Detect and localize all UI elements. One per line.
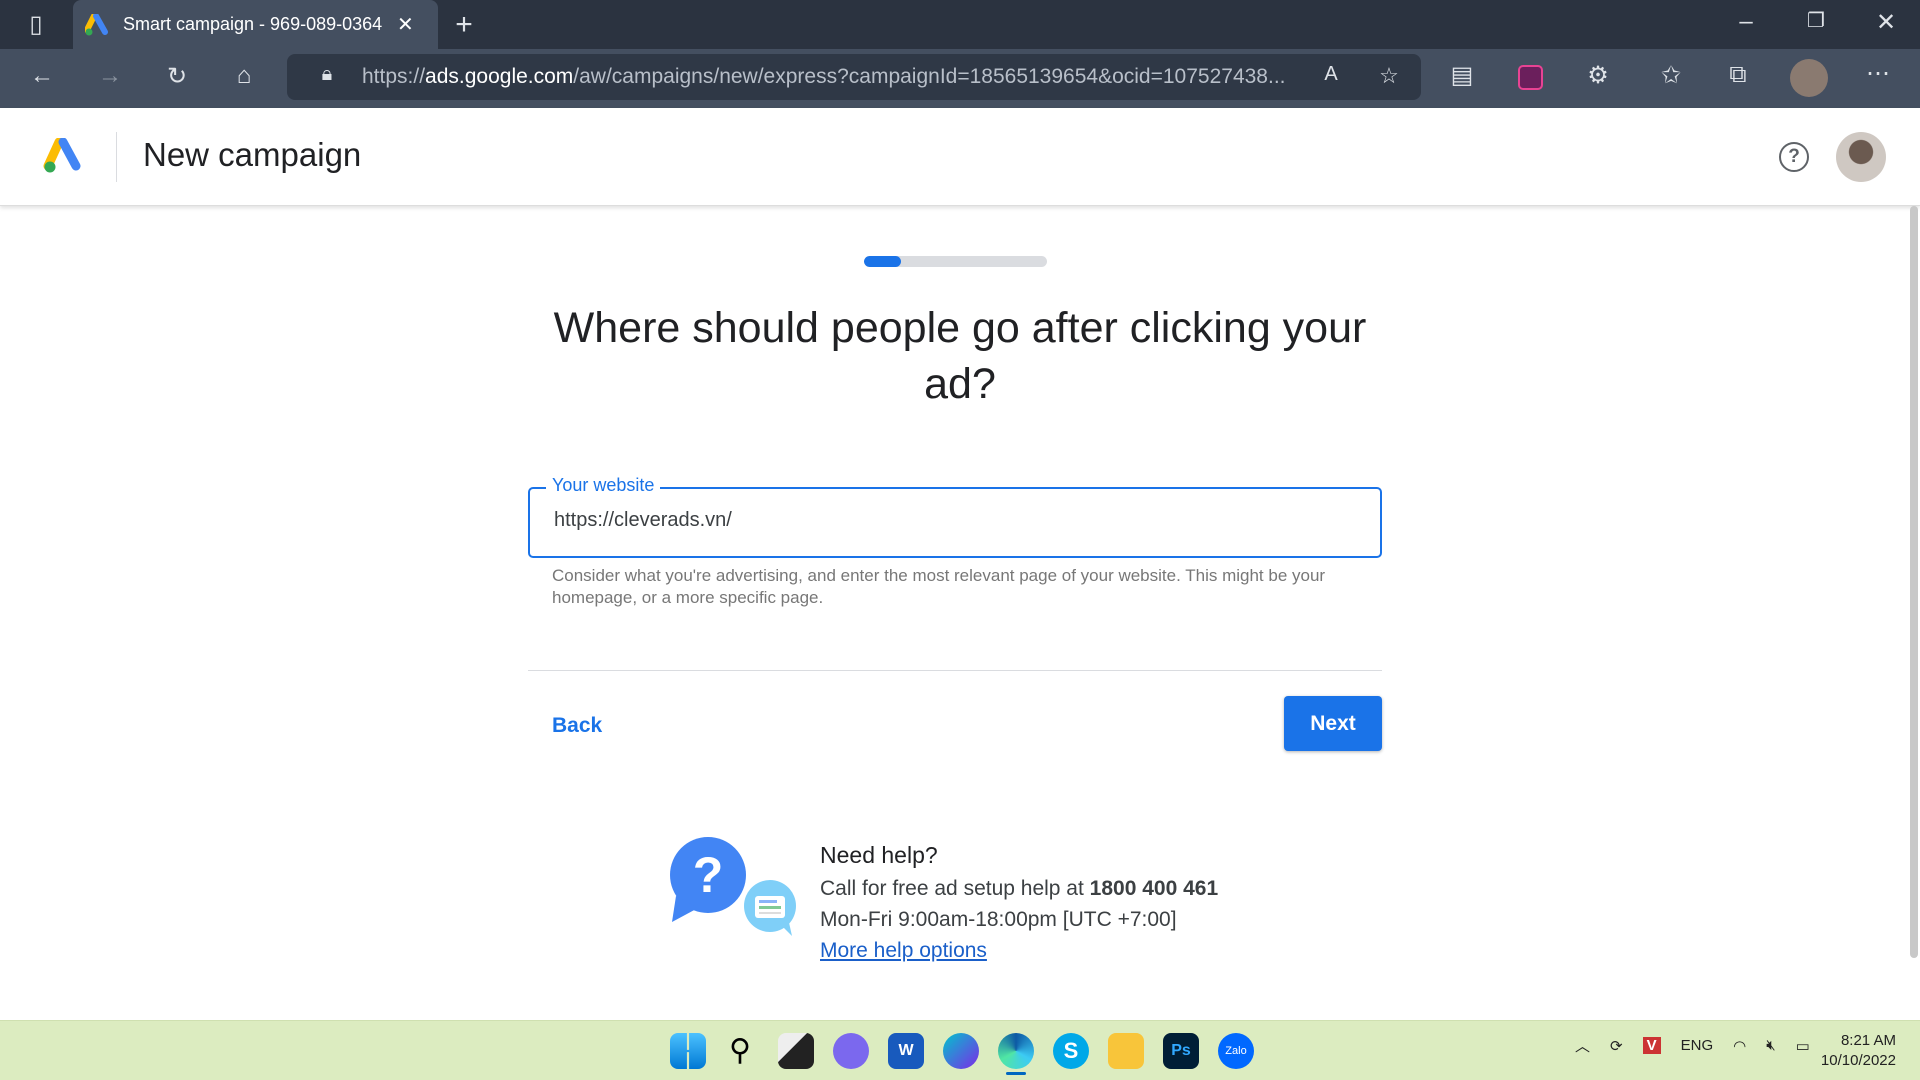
page-scrollbar[interactable] <box>1910 206 1918 958</box>
sync-icon[interactable]: ⟳ <box>1610 1037 1623 1055</box>
analytics-extension-icon[interactable] <box>1518 65 1543 90</box>
battery-icon[interactable]: ▭ <box>1796 1037 1810 1055</box>
unikey-icon[interactable]: V <box>1642 1037 1661 1054</box>
page-title: New campaign <box>143 136 362 173</box>
shredder-extension-icon[interactable]: ▤ <box>1444 61 1480 90</box>
windows-taskbar: ⚲ W S Ps Zalo ︿ ⟳ V ENG ◠ 🔇︎ ▭ 8:21 AM 1… <box>0 1020 1920 1080</box>
reload-icon[interactable]: ↻ <box>159 62 195 91</box>
step-question: Where should people go after clicking yo… <box>553 304 1367 408</box>
sidebar-toggle-icon[interactable]: ▯ <box>18 10 54 39</box>
browser-tab-bar: ▯ Smart campaign - 969-089-0364 ✕ + – ❐ … <box>0 0 1920 49</box>
website-helper-text: Consider what you're advertising, and en… <box>552 566 1326 607</box>
website-field[interactable] <box>528 487 1382 558</box>
svg-text:?: ? <box>693 847 724 903</box>
lock-icon: 🔒︎ <box>321 63 333 85</box>
website-field-label: Your website <box>546 475 661 496</box>
zalo-icon[interactable]: Zalo <box>1218 1033 1254 1069</box>
canva-icon[interactable] <box>943 1033 979 1069</box>
url-path: /aw/campaigns/new/express?campaignId=185… <box>573 65 1286 88</box>
photoshop-icon[interactable]: Ps <box>1163 1033 1199 1069</box>
clock[interactable]: 8:21 AM 10/10/2022 <box>1821 1031 1896 1071</box>
help-call-line: Call for free ad setup help at 1800 400 … <box>820 873 1218 904</box>
collections-icon[interactable]: ⧉ <box>1720 61 1756 89</box>
url-domain: ads.google.com <box>425 65 574 88</box>
next-button[interactable]: Next <box>1284 696 1382 751</box>
edge-icon[interactable] <box>998 1033 1034 1069</box>
add-favorite-icon[interactable]: ☆ <box>1371 63 1407 89</box>
google-ads-logo-icon <box>85 13 108 35</box>
back-button[interactable]: Back <box>552 710 602 742</box>
active-app-indicator <box>1006 1072 1026 1075</box>
address-bar[interactable]: 🔒︎ https://ads.google.com/aw/campaigns/n… <box>287 54 1421 100</box>
more-icon[interactable]: ⋯ <box>1860 59 1896 88</box>
browser-tab[interactable]: Smart campaign - 969-089-0364 ✕ <box>73 0 438 49</box>
help-hours: Mon-Fri 9:00am-18:00pm [UTC +7:00] <box>820 908 1177 931</box>
close-window-icon[interactable]: ✕ <box>1868 8 1904 37</box>
url-prefix: https:// <box>362 65 426 88</box>
tab-title: Smart campaign - 969-089-0364 <box>123 14 383 34</box>
system-tray: ︿ ⟳ V ENG ◠ 🔇︎ ▭ <box>1575 1035 1810 1056</box>
minimize-icon[interactable]: – <box>1728 8 1764 36</box>
search-icon[interactable]: ⚲ <box>722 1033 758 1069</box>
clock-time: 8:21 AM <box>1840 1032 1896 1049</box>
progress-fill <box>864 256 901 267</box>
help-chat-illustration: ? <box>670 837 796 936</box>
close-tab-icon[interactable]: ✕ <box>397 12 414 37</box>
favorites-icon[interactable]: ✩ <box>1653 61 1689 90</box>
header-divider <box>116 132 117 182</box>
word-icon[interactable]: W <box>888 1033 924 1069</box>
more-help-link[interactable]: More help options <box>820 939 987 962</box>
help-section: Need help? Call for free ad setup help a… <box>820 840 1218 966</box>
teams-chat-icon[interactable] <box>833 1033 869 1069</box>
read-aloud-icon[interactable]: A <box>1313 63 1349 86</box>
browser-toolbar: ← → ↻ ⌂ 🔒︎ https://ads.google.com/aw/cam… <box>0 49 1920 108</box>
wifi-icon[interactable]: ◠ <box>1733 1037 1746 1055</box>
skype-icon[interactable]: S <box>1053 1033 1089 1069</box>
extensions-icon[interactable]: ⚙ <box>1580 61 1616 90</box>
help-call-text: Call for free ad setup help at <box>820 877 1090 900</box>
file-explorer-icon[interactable] <box>1108 1033 1144 1069</box>
home-icon[interactable]: ⌂ <box>226 62 262 90</box>
language-indicator[interactable]: ENG <box>1681 1037 1714 1054</box>
divider <box>528 670 1382 671</box>
start-icon[interactable] <box>670 1033 706 1069</box>
profile-avatar[interactable] <box>1790 59 1828 97</box>
account-avatar[interactable] <box>1836 132 1886 182</box>
new-tab-icon[interactable]: + <box>446 8 482 42</box>
help-icon[interactable]: ? <box>1779 142 1809 172</box>
clock-date: 10/10/2022 <box>1820 1052 1896 1069</box>
app-header: New campaign ? <box>0 108 1920 206</box>
show-hidden-icons[interactable]: ︿ <box>1575 1035 1590 1056</box>
volume-muted-icon[interactable]: 🔇︎ <box>1766 1037 1775 1054</box>
help-title: Need help? <box>820 842 938 868</box>
help-phone: 1800 400 461 <box>1089 877 1219 900</box>
restore-icon[interactable]: ❐ <box>1798 8 1834 33</box>
google-ads-logo <box>43 138 81 173</box>
forward-icon[interactable]: → <box>92 62 128 90</box>
website-input[interactable] <box>554 509 1334 532</box>
back-icon[interactable]: ← <box>24 62 60 90</box>
task-view-icon[interactable] <box>778 1033 814 1069</box>
progress-bar <box>864 256 1047 267</box>
